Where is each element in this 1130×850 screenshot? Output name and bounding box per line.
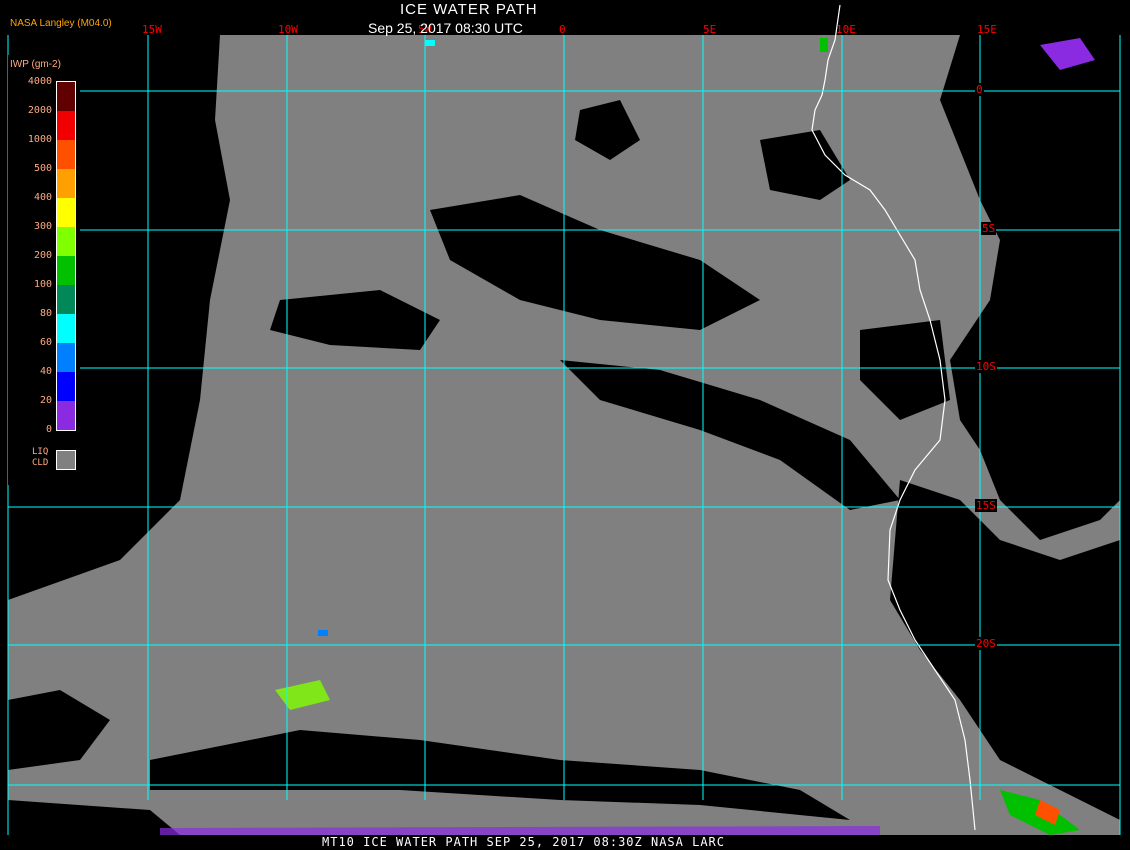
legend-level-label: 400: [33, 192, 52, 203]
legend-level-label: 1000: [27, 134, 52, 145]
lon-label: 10E: [836, 23, 856, 36]
legend-swatch: [57, 256, 75, 285]
legend-level-label: 100: [33, 279, 52, 290]
legend-swatch: [57, 314, 75, 343]
lon-label: 0: [559, 23, 566, 36]
legend-swatch: [57, 285, 75, 314]
legend-level-label: 40: [39, 366, 52, 377]
lon-label: 5E: [703, 23, 717, 36]
lat-label: 5S: [981, 222, 997, 235]
legend-level-label: 60: [39, 337, 52, 348]
legend-level-label: 0: [45, 424, 52, 435]
lon-label: 15W: [142, 23, 162, 36]
footer-caption: MT10 ICE WATER PATH SEP 25, 2017 08:30Z …: [322, 835, 726, 849]
legend-level-label: 4000: [27, 76, 52, 87]
legend-level-label: 80: [39, 308, 52, 319]
legend-liquid-cloud-label: LIQ CLD: [32, 447, 49, 468]
credit-label: NASA Langley (M04.0): [10, 18, 112, 29]
legend-liquid-cloud-swatch: [56, 450, 76, 470]
color-legend: IWP (gm-2) 4000 2000 1000 500 400 300 200 100 80…: [8, 55, 80, 485]
legend-swatch: [57, 111, 75, 140]
legend-swatch: [57, 227, 75, 256]
lat-label: 10S: [975, 360, 997, 373]
legend-level-label: 300: [33, 221, 52, 232]
legend-level-label: 200: [33, 250, 52, 261]
map-title: ICE WATER PATH: [400, 1, 538, 18]
lat-label: 15S: [975, 499, 997, 512]
legend-swatch: [57, 372, 75, 401]
legend-swatch: [57, 140, 75, 169]
lon-label: 10W: [278, 23, 298, 36]
legend-swatch: [57, 401, 75, 430]
map-datetime: Sep 25, 2017 08:30 UTC: [368, 20, 523, 36]
legend-unit: IWP (gm-2): [10, 59, 61, 70]
legend-level-label: 20: [39, 395, 52, 406]
lat-label: 20S: [975, 637, 997, 650]
legend-swatch: [57, 198, 75, 227]
legend-level-label: 2000: [27, 105, 52, 116]
satellite-map: [7, 4, 1121, 835]
legend-swatch: [57, 343, 75, 372]
lat-label: 0: [975, 83, 984, 96]
lon-label: 15E: [977, 23, 997, 36]
legend-level-label: 500: [33, 163, 52, 174]
legend-swatch: [57, 169, 75, 198]
legend-swatch: [57, 82, 75, 111]
legend-colorbar: [56, 81, 76, 431]
